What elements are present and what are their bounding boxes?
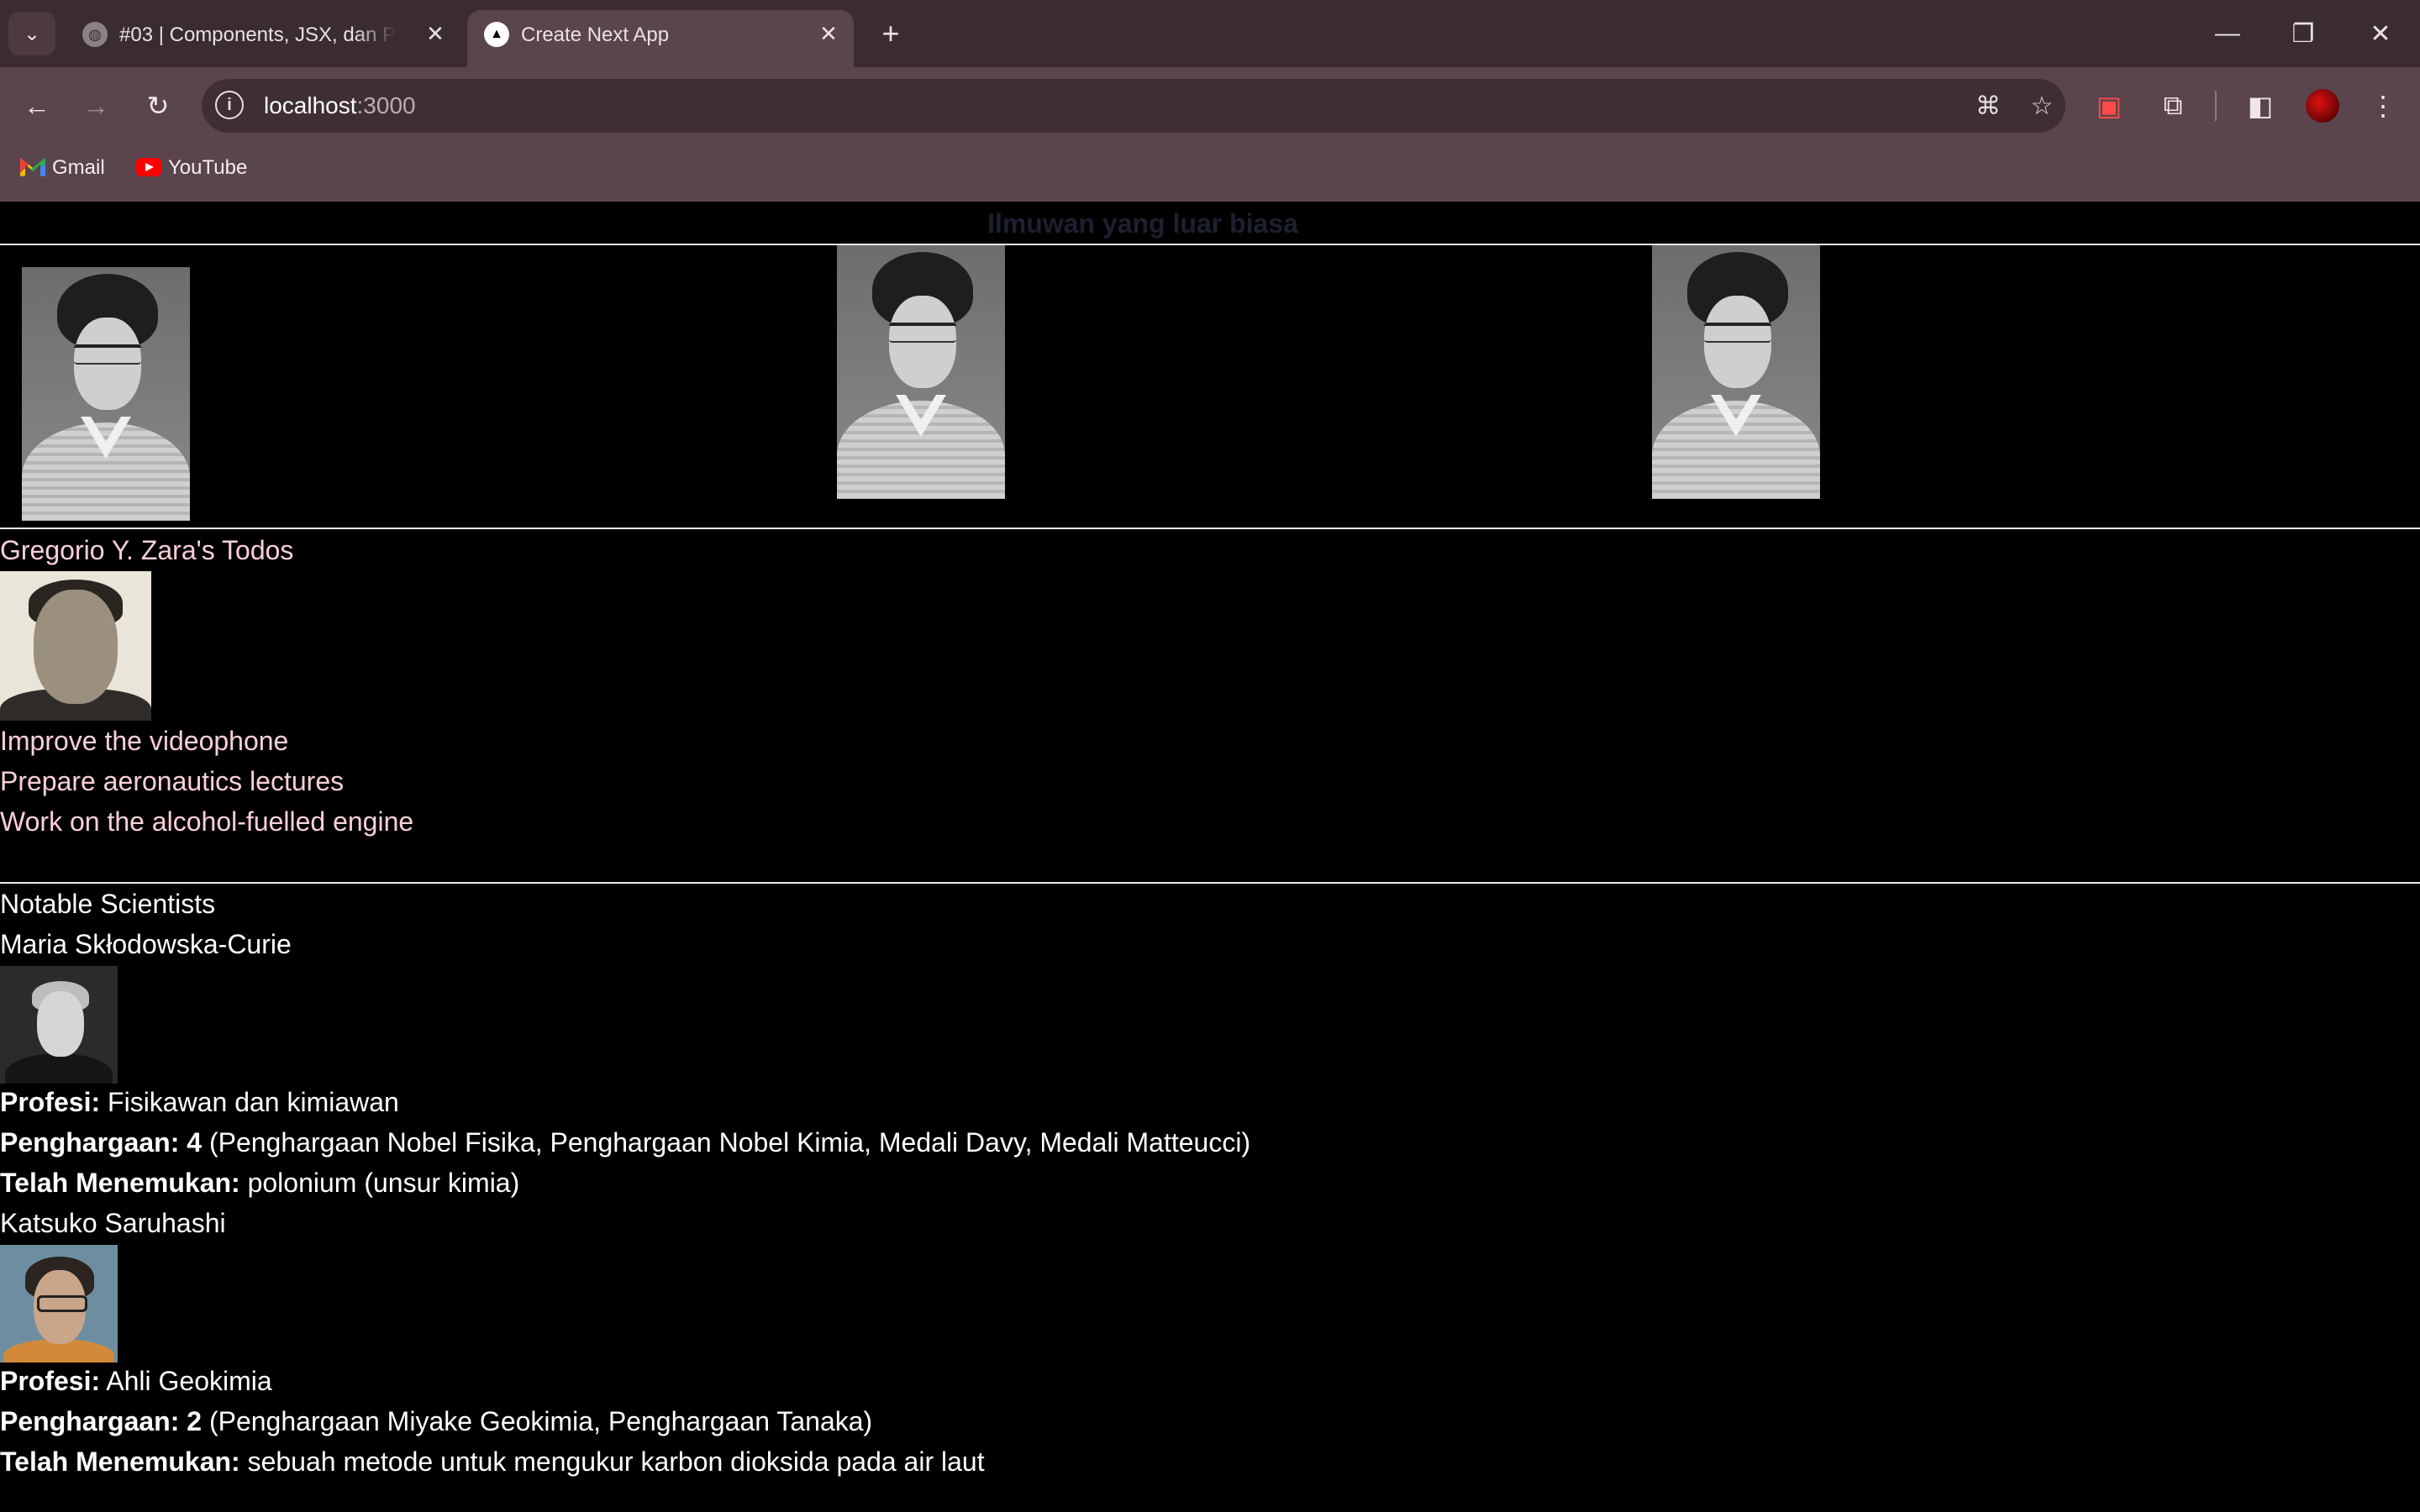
divider xyxy=(0,244,2420,245)
awards-line: Penghargaan: 4 (Penghargaan Nobel Fisika… xyxy=(0,1122,1250,1163)
bookmark-gmail[interactable]: Gmail xyxy=(20,150,105,186)
minimize-button[interactable]: — xyxy=(2198,12,2257,55)
restore-icon: ❐ xyxy=(2291,19,2315,48)
tab-create-next-app[interactable]: ▲ Create Next App ✕ xyxy=(467,10,854,67)
todo-item: Improve the videophone xyxy=(0,726,289,756)
bookmarks-bar: Gmail YouTube xyxy=(0,150,504,186)
tab-title: #03 | Components, JSX, dan Props xyxy=(119,24,397,46)
maria-curie-photo xyxy=(0,966,118,1084)
bookmark-youtube[interactable]: YouTube xyxy=(136,150,247,186)
url-host: localhost xyxy=(264,92,357,118)
profession-label: Profesi: xyxy=(0,1087,101,1117)
scientist-photo xyxy=(837,245,1005,499)
url-port: :3000 xyxy=(356,92,416,118)
profession-label: Profesi: xyxy=(0,1366,101,1396)
translate-icon[interactable]: ⌘ xyxy=(1971,89,2005,123)
globe-icon: ◍ xyxy=(82,22,108,47)
close-icon: ✕ xyxy=(2370,19,2391,48)
discovered-label: Telah Menemukan: xyxy=(0,1446,240,1477)
restore-button[interactable]: ❐ xyxy=(2274,12,2333,55)
awards-label: Penghargaan: 4 xyxy=(0,1127,203,1158)
reload-button[interactable]: ↻ xyxy=(138,86,178,126)
url-text[interactable]: localhost:3000 xyxy=(264,91,416,121)
scientist-name: Katsuko Saruhashi xyxy=(0,1208,226,1238)
bookmark-label: YouTube xyxy=(168,156,248,179)
scientist-photo xyxy=(22,267,190,521)
toolbar-divider xyxy=(2215,91,2217,121)
forward-button[interactable]: → xyxy=(76,86,116,126)
katsuko-saruhashi-photo xyxy=(0,1245,118,1362)
bookmark-label: Gmail xyxy=(52,156,105,179)
close-window-button[interactable]: ✕ xyxy=(2351,12,2410,55)
gregorio-zara-photo xyxy=(0,571,151,721)
close-icon[interactable]: ✕ xyxy=(420,18,450,49)
reload-icon: ↻ xyxy=(146,91,170,121)
close-icon[interactable]: ✕ xyxy=(813,18,844,49)
site-info-icon[interactable]: i xyxy=(215,91,244,119)
gallery-heading: Ilmuwan yang luar biasa xyxy=(987,208,1298,239)
page-content: Ilmuwan yang luar biasa Gregorio Y. Zara… xyxy=(0,202,2420,1512)
profile-avatar[interactable] xyxy=(2302,86,2343,126)
extensions-puzzle-icon[interactable]: ⧉ xyxy=(2153,86,2193,126)
discovered-value: polonium (unsur kimia) xyxy=(247,1168,520,1198)
notable-title: Notable Scientists xyxy=(0,889,216,919)
tab-search-button[interactable]: ⌄ xyxy=(8,12,55,55)
profession-line: Profesi: Fisikawan dan kimiawan xyxy=(0,1082,399,1122)
awards-value: (Penghargaan Nobel Fisika, Penghargaan N… xyxy=(208,1127,1251,1158)
divider xyxy=(0,528,2420,529)
todo-item: Work on the alcohol-fuelled engine xyxy=(0,806,414,837)
extension-icon[interactable]: ▣ xyxy=(2089,86,2129,126)
youtube-icon xyxy=(136,157,161,176)
arrow-left-icon: ← xyxy=(24,90,50,121)
gmail-icon xyxy=(20,157,45,176)
todo-item: Prepare aeronautics lectures xyxy=(0,766,345,796)
tab-title: Create Next App xyxy=(521,24,670,46)
new-tab-button[interactable]: + xyxy=(871,13,911,54)
tab-components-jsx[interactable]: ◍ #03 | Components, JSX, dan Props ✕ xyxy=(66,10,460,67)
arrow-right-icon: → xyxy=(82,90,109,121)
discovered-label: Telah Menemukan: xyxy=(0,1168,240,1198)
chevron-down-icon: ⌄ xyxy=(23,22,41,45)
profession-line: Profesi: Ahli Geokimia xyxy=(0,1361,272,1401)
profession-value: Ahli Geokimia xyxy=(106,1366,272,1396)
awards-label: Penghargaan: 2 xyxy=(0,1406,203,1436)
divider xyxy=(0,882,2420,884)
minimize-icon: — xyxy=(2215,19,2240,47)
back-button[interactable]: ← xyxy=(17,86,57,126)
discovered-line: Telah Menemukan: polonium (unsur kimia) xyxy=(0,1163,519,1203)
awards-value: (Penghargaan Miyake Geokimia, Penghargaa… xyxy=(208,1406,873,1436)
awards-line: Penghargaan: 2 (Penghargaan Miyake Geoki… xyxy=(0,1401,872,1441)
todos-title: Gregorio Y. Zara's Todos xyxy=(0,535,294,565)
star-icon[interactable]: ☆ xyxy=(2025,89,2059,123)
discovered-value: sebuah metode untuk mengukur karbon diok… xyxy=(247,1446,985,1477)
side-panel-icon[interactable]: ◧ xyxy=(2240,86,2281,126)
scientist-photo xyxy=(1652,245,1820,499)
address-bar[interactable]: i localhost:3000 ⌘ ☆ xyxy=(202,79,2065,133)
plus-icon: + xyxy=(881,16,900,50)
tab-strip: ⌄ ◍ #03 | Components, JSX, dan Props ✕ ▲… xyxy=(0,0,2420,67)
nextjs-triangle-icon: ▲ xyxy=(484,22,509,47)
discovered-line: Telah Menemukan: sebuah metode untuk men… xyxy=(0,1441,985,1482)
browser-chrome: ⌄ ◍ #03 | Components, JSX, dan Props ✕ ▲… xyxy=(0,0,2420,202)
scientist-name: Maria Skłodowska-Curie xyxy=(0,929,292,959)
more-menu-icon[interactable]: ⋮ xyxy=(2363,86,2403,126)
profession-value: Fisikawan dan kimiawan xyxy=(108,1087,399,1117)
